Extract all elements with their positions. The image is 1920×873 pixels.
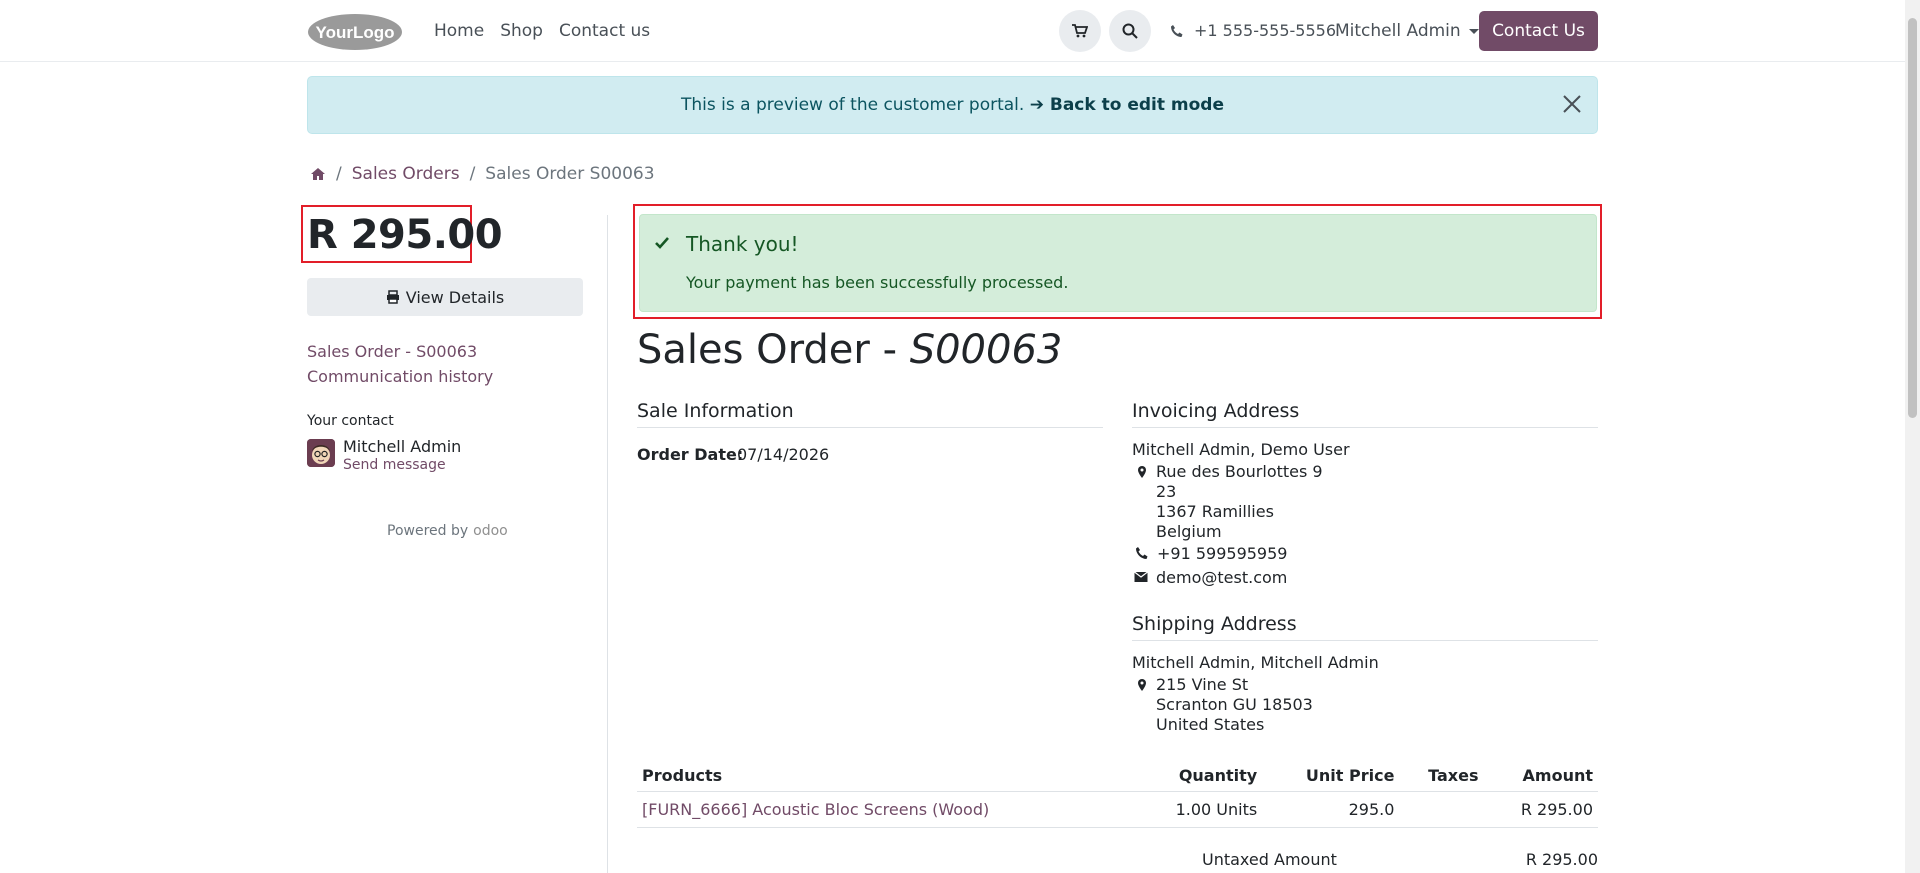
back-to-edit-link[interactable]: ➔ Back to edit mode — [1030, 95, 1224, 115]
contact-name: Mitchell Admin — [343, 437, 462, 456]
send-message-link[interactable]: Send message — [343, 457, 446, 473]
invoicing-address-heading: Invoicing Address — [1132, 400, 1300, 422]
untaxed-amount-label: Untaxed Amount — [1202, 850, 1337, 869]
portal-preview-alert: This is a preview of the customer portal… — [307, 76, 1598, 134]
breadcrumb-separator: / — [469, 164, 476, 184]
scrollbar-thumb[interactable] — [1908, 18, 1917, 418]
nav-shop[interactable]: Shop — [500, 21, 543, 41]
map-marker-icon — [1138, 466, 1146, 478]
close-icon[interactable] — [1561, 93, 1583, 115]
user-name: Mitchell Admin — [1335, 21, 1461, 41]
search-button[interactable] — [1109, 10, 1151, 52]
breadcrumb-separator: / — [336, 164, 342, 184]
table-header-row: Products Quantity Unit Price Taxes Amoun… — [637, 760, 1598, 792]
order-date-label: Order Date: — [637, 445, 744, 464]
invoicing-country: Belgium — [1156, 522, 1222, 541]
shipping-address-heading: Shipping Address — [1132, 613, 1297, 635]
powered-by-label: Powered by — [387, 523, 469, 539]
shipping-name: Mitchell Admin, Mitchell Admin — [1132, 653, 1379, 672]
invoicing-phone: +91 599595959 — [1157, 544, 1288, 563]
order-reference: S00063 — [909, 327, 1063, 373]
sidebar-divider — [607, 215, 608, 873]
sidebar-link-sales-order[interactable]: Sales Order - S00063 — [307, 342, 477, 361]
column-header-unit-price: Unit Price — [1262, 760, 1400, 792]
invoicing-email: demo@test.com — [1156, 568, 1288, 587]
breadcrumb-sales-orders[interactable]: Sales Orders — [352, 164, 460, 184]
column-header-quantity: Quantity — [1134, 760, 1263, 792]
success-title: Thank you! — [686, 232, 799, 256]
phone-icon — [1171, 24, 1183, 37]
phone-icon — [1136, 547, 1148, 559]
powered-by: Powered by odoo — [387, 523, 508, 539]
avatar — [307, 439, 335, 467]
section-divider — [1132, 640, 1598, 641]
invoicing-name: Mitchell Admin, Demo User — [1132, 440, 1350, 459]
invoicing-city: 1367 Ramillies — [1156, 502, 1274, 521]
nav-contact[interactable]: Contact us — [559, 21, 650, 41]
sale-information-heading: Sale Information — [637, 400, 794, 422]
sidebar-link-communication[interactable]: Communication history — [307, 367, 493, 386]
product-unit-price: 295.0 — [1262, 791, 1400, 828]
untaxed-amount-value: R 295.00 — [1525, 850, 1598, 869]
product-amount: R 295.00 — [1483, 791, 1598, 828]
breadcrumb-current: Sales Order S00063 — [485, 164, 655, 184]
column-header-products: Products — [637, 760, 1135, 792]
odoo-logo[interactable]: odoo — [473, 523, 508, 539]
table-row: [FURN_6666] Acoustic Bloc Screens (Wood)… — [637, 791, 1598, 828]
untaxed-amount-row: Untaxed Amount R 295.00 — [1202, 850, 1598, 869]
cart-button[interactable] — [1059, 10, 1101, 52]
success-message: Your payment has been successfully proce… — [686, 273, 1069, 292]
shipping-city: Scranton GU 18503 — [1156, 695, 1313, 714]
company-logo[interactable]: YourLogo — [307, 13, 403, 51]
shipping-street: 215 Vine St — [1156, 675, 1249, 694]
product-taxes — [1399, 791, 1484, 828]
map-marker-icon — [1138, 679, 1146, 691]
user-menu[interactable]: Mitchell Admin — [1335, 21, 1479, 41]
contact-us-button[interactable]: Contact Us — [1479, 11, 1598, 51]
invoicing-street: Rue des Bourlottes 9 — [1156, 462, 1323, 481]
phone-number: +1 555-555-5556 — [1194, 21, 1337, 40]
column-header-amount: Amount — [1483, 760, 1598, 792]
page-scrollbar[interactable] — [1905, 0, 1920, 873]
printer-icon — [386, 290, 399, 304]
breadcrumb: / Sales Orders / Sales Order S00063 — [310, 164, 655, 184]
product-quantity: 1.00 Units — [1134, 791, 1263, 828]
search-icon — [1122, 23, 1138, 39]
order-title-prefix: Sales Order - — [637, 327, 910, 373]
chevron-down-icon — [1468, 28, 1479, 34]
nav-home[interactable]: Home — [434, 21, 484, 41]
top-navbar: YourLogo Home Shop Contact us +1 555-555… — [0, 0, 1905, 62]
products-table: Products Quantity Unit Price Taxes Amoun… — [637, 760, 1598, 828]
preview-text: This is a preview of the customer portal… — [681, 95, 1025, 115]
home-icon[interactable] — [310, 167, 326, 181]
shipping-country: United States — [1156, 715, 1265, 734]
view-details-label: View Details — [405, 287, 505, 307]
section-divider — [637, 427, 1103, 428]
check-icon — [655, 237, 669, 249]
envelope-icon — [1134, 571, 1148, 582]
invoicing-street2: 23 — [1156, 482, 1177, 501]
view-details-button[interactable]: View Details — [307, 278, 583, 316]
page-title: Sales Order - S00063 — [637, 327, 1062, 373]
order-total: R 295.00 — [307, 212, 503, 258]
payment-success-alert — [639, 214, 1597, 312]
cart-icon — [1072, 24, 1088, 38]
product-link[interactable]: [FURN_6666] Acoustic Bloc Screens (Wood) — [642, 800, 989, 819]
main-nav: Home Shop Contact us — [434, 21, 650, 41]
order-date-value: 07/14/2026 — [737, 445, 830, 464]
phone-link[interactable]: +1 555-555-5556 — [1170, 21, 1336, 40]
your-contact-label: Your contact — [307, 413, 394, 429]
column-header-taxes: Taxes — [1399, 760, 1484, 792]
logo-text: YourLogo — [316, 23, 395, 42]
section-divider — [1132, 427, 1598, 428]
